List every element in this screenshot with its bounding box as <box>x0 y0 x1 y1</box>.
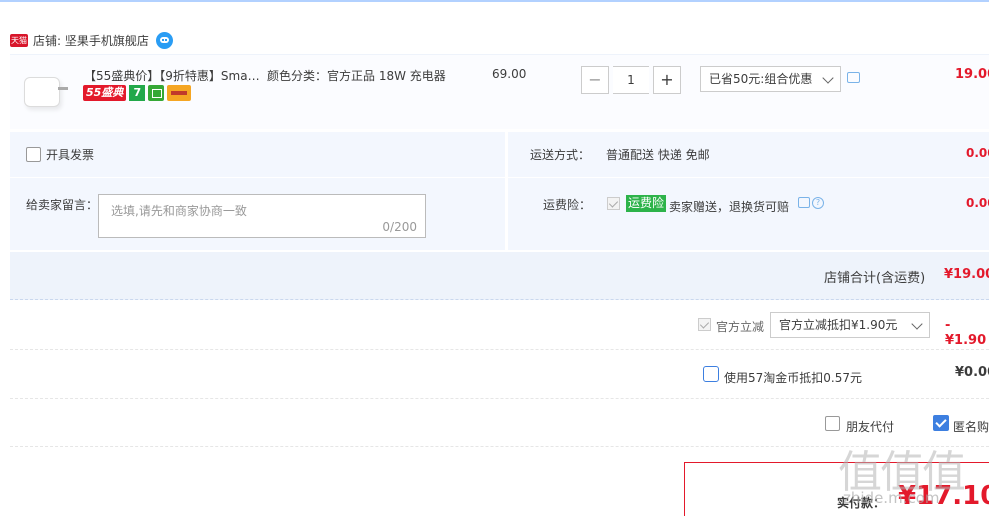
promo-select[interactable]: 已省50元:组合优惠 <box>700 66 841 92</box>
product-title-link[interactable]: 【55盛典价】【9折特惠】Smar… <box>84 67 262 84</box>
quantity-stepper: − 1 + <box>581 66 681 94</box>
chat-icon[interactable] <box>155 31 173 49</box>
anonymous-label: 匿名购买 <box>953 420 989 434</box>
divider <box>10 177 505 178</box>
taojinbi-label: 使用57淘金币抵扣0.57元 <box>724 371 862 385</box>
help-icon[interactable]: ? <box>812 197 824 209</box>
item-subtotal: 19.00 <box>955 67 989 82</box>
remark-label: 给卖家留言： <box>26 198 99 212</box>
message-icon[interactable] <box>798 197 810 208</box>
shop-total-value: ¥19.00 <box>944 267 989 282</box>
shop-name-link[interactable]: 店铺: 坚果手机旗舰店 <box>33 32 149 49</box>
shipping-label: 运送方式： <box>530 148 591 162</box>
product-thumbnail[interactable] <box>20 67 72 113</box>
friend-pay-label: 朋友代付 <box>846 420 895 434</box>
top-border <box>0 0 989 2</box>
remark-placeholder: 选填,请先和商家协商一致 <box>111 204 247 218</box>
friend-pay-checkbox[interactable] <box>825 416 840 431</box>
anonymous-checkbox[interactable] <box>933 415 949 431</box>
insurance-checkbox <box>607 197 620 210</box>
chevron-down-icon <box>822 72 834 84</box>
charger-image <box>24 77 60 107</box>
seven-day-return-icon: 7 <box>129 85 146 101</box>
shipping-method: 普通配送 快递 免邮 <box>606 148 710 162</box>
official-discount-value: - ¥1.90 <box>945 318 987 348</box>
invoice-option: 开具发票 <box>26 146 94 163</box>
chevron-down-icon <box>911 318 923 330</box>
divider <box>10 349 989 350</box>
unit-price: 69.00 <box>492 67 527 81</box>
order-item-row: 【55盛典价】【9折特惠】Smar… 55盛典 7 颜色分类：官方正品 18W … <box>10 54 989 129</box>
tmall-icon: 天猫 <box>10 33 28 47</box>
remark-char-count: 0/200 <box>382 220 417 234</box>
invoice-label: 开具发票 <box>46 148 95 162</box>
official-discount-checkbox <box>698 318 711 331</box>
invoice-checkbox[interactable] <box>26 147 41 162</box>
shop-header: 天猫 店铺: 坚果手机旗舰店 <box>10 30 173 50</box>
official-discount-label: 官方立减 <box>716 320 765 334</box>
insurance-badge: 运费险 <box>626 195 667 212</box>
charger-prong <box>58 87 68 90</box>
shop-total-label: 店铺合计(含运费) <box>824 271 926 286</box>
card-payment-icon <box>167 85 192 101</box>
promo-select-value: 已省50元:组合优惠 <box>709 72 813 86</box>
insurance-icons: ? <box>798 197 824 209</box>
quantity-decrease-button[interactable]: − <box>581 66 609 94</box>
insurance-fee: 0.00 <box>966 196 989 210</box>
message-icon[interactable] <box>847 72 860 83</box>
official-discount-select-value: 官方立减抵扣¥1.90元 <box>779 318 898 332</box>
insurance-label: 运费险： <box>543 198 592 212</box>
product-badges: 55盛典 7 <box>83 85 192 101</box>
quantity-increase-button[interactable]: + <box>653 66 681 94</box>
divider <box>508 177 989 178</box>
official-discount-select[interactable]: 官方立减抵扣¥1.90元 <box>770 312 930 338</box>
watermark-url: zhide.m.com <box>843 489 940 507</box>
shipping-fee: 0.00 <box>966 146 989 160</box>
insurance-text: 卖家赠送，退换货可赔 <box>669 200 790 214</box>
promo-55-badge: 55盛典 <box>83 85 127 101</box>
service-icon <box>148 85 165 101</box>
remark-textarea[interactable]: 选填,请先和商家协商一致 0/200 <box>98 194 426 238</box>
taojinbi-value: ¥0.00 <box>955 365 989 380</box>
taojinbi-checkbox[interactable] <box>703 366 719 382</box>
divider <box>10 398 989 399</box>
sku-info: 颜色分类：官方正品 18W 充电器 <box>267 69 446 83</box>
quantity-input[interactable]: 1 <box>613 66 649 94</box>
